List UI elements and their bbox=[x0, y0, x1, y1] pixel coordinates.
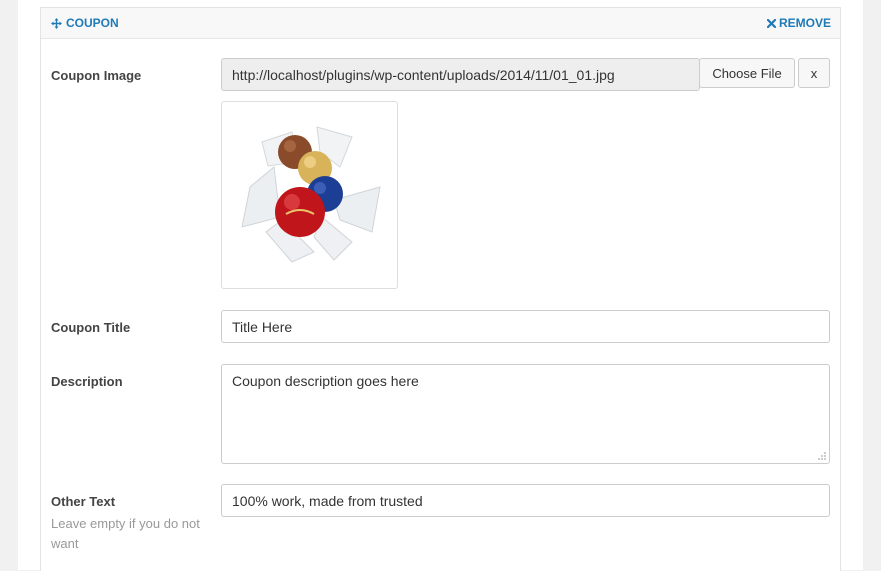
description-textarea[interactable]: Coupon description goes here bbox=[221, 364, 830, 464]
coupon-image-preview bbox=[221, 101, 398, 289]
other-text-input[interactable]: 100% work, made from trusted bbox=[221, 484, 830, 517]
close-icon bbox=[766, 18, 776, 28]
coupon-box-header: COUPON REMOVE bbox=[41, 8, 840, 39]
remove-button[interactable]: REMOVE bbox=[766, 16, 831, 30]
move-icon bbox=[51, 17, 62, 29]
coupon-title-label: Coupon Title bbox=[51, 320, 131, 335]
description-label: Description bbox=[51, 374, 123, 389]
other-text-label: Other Text bbox=[51, 494, 116, 509]
other-text-hint: Leave empty if you do not want bbox=[51, 516, 200, 551]
coupon-image-label: Coupon Image bbox=[51, 68, 142, 83]
clear-image-button[interactable]: x bbox=[798, 58, 830, 88]
remove-label: REMOVE bbox=[778, 16, 831, 30]
coupon-image-url-input[interactable]: http://localhost/plugins/wp-content/uplo… bbox=[221, 58, 700, 91]
coupon-box: COUPON REMOVE Coupon Image http://localh… bbox=[40, 7, 841, 571]
coupon-box-title: COUPON bbox=[66, 16, 119, 30]
coupon-title-input[interactable]: Title Here bbox=[221, 310, 830, 343]
description-text: Coupon description goes here bbox=[232, 373, 419, 389]
drag-handle[interactable]: COUPON bbox=[51, 16, 119, 30]
choose-file-button[interactable]: Choose File bbox=[699, 58, 795, 88]
resize-handle-icon[interactable] bbox=[817, 451, 827, 461]
chocolate-truffles-image bbox=[241, 126, 381, 263]
